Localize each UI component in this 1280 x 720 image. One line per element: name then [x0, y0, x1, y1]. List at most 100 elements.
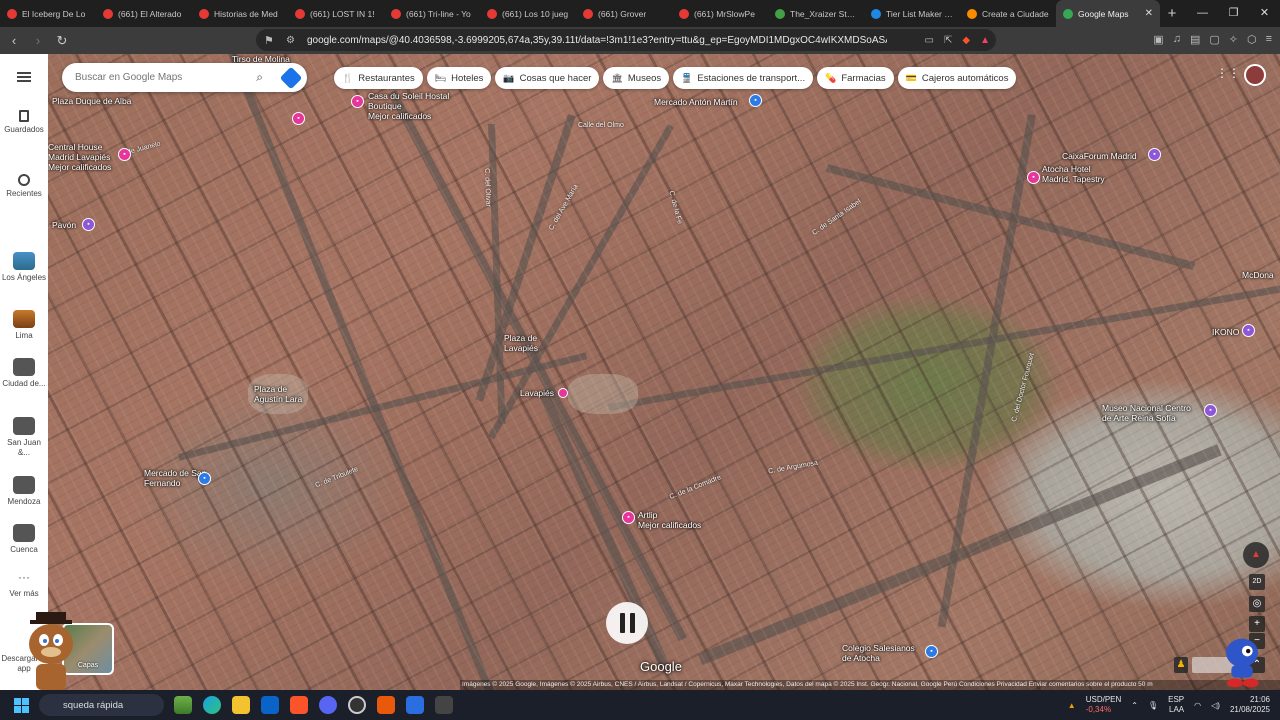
- file-explorer-icon[interactable]: [232, 696, 250, 714]
- vpn-icon[interactable]: ⬡: [1247, 33, 1257, 46]
- search-box[interactable]: ⌕: [62, 63, 307, 92]
- search-icon[interactable]: ⌕: [256, 70, 263, 85]
- place-label[interactable]: Plaza Duque de Alba: [52, 96, 131, 106]
- hotel-pin-icon[interactable]: ▪: [351, 95, 364, 108]
- close-window-icon[interactable]: ✕: [1249, 0, 1280, 27]
- obs-icon[interactable]: [348, 696, 366, 714]
- rail-item-saved[interactable]: Guardados: [0, 110, 48, 135]
- museum-pin-icon[interactable]: ▪: [1242, 324, 1255, 337]
- browser-tab[interactable]: Historias de Med: [192, 0, 288, 27]
- place-label[interactable]: Plaza de Lavapiés: [504, 333, 550, 353]
- chip-pharmacies[interactable]: 💊 Farmacias: [817, 67, 894, 89]
- forward-icon[interactable]: ›: [28, 33, 48, 48]
- rail-item-place[interactable]: Cuenca: [0, 524, 48, 555]
- microphone-icon[interactable]: 🎙: [1148, 701, 1158, 710]
- taskbar-search[interactable]: squeda rápida: [39, 694, 164, 716]
- place-label[interactable]: Colegio Salesianos de Atocha: [842, 643, 922, 663]
- volume-icon[interactable]: ◁): [1211, 701, 1220, 710]
- menu-icon[interactable]: [17, 72, 31, 82]
- school-pin-icon[interactable]: ▪: [925, 645, 938, 658]
- chip-museums[interactable]: 🏛 Museos: [603, 67, 670, 89]
- satellite-map[interactable]: Plaza Duque de Alba Tirso de Molina ▪ Ca…: [48, 54, 1280, 690]
- place-label[interactable]: Atocha Hotel Madrid, Tapestry: [1042, 164, 1112, 184]
- sidebar-icon[interactable]: ▣: [1153, 33, 1163, 46]
- cast-icon[interactable]: ▭: [925, 35, 934, 46]
- rail-item-place[interactable]: Mendoza: [0, 476, 48, 507]
- site-info-icon[interactable]: ⚙: [286, 35, 295, 46]
- edge-icon[interactable]: [203, 696, 221, 714]
- chip-atms[interactable]: 💳 Cajeros automáticos: [897, 67, 1017, 89]
- panel-icon[interactable]: ▤: [1190, 33, 1200, 46]
- place-label[interactable]: IKONO: [1212, 327, 1239, 337]
- rail-item-more[interactable]: ··· Ver más: [0, 571, 48, 599]
- pause-overlay-icon[interactable]: [606, 602, 648, 644]
- brave-shield-icon[interactable]: ◆: [962, 35, 970, 46]
- url-text[interactable]: google.com/maps/@40.4036598,-3.6999205,6…: [307, 35, 887, 46]
- avatar[interactable]: [1244, 64, 1266, 86]
- rail-item-recent[interactable]: Recientes: [0, 174, 48, 199]
- wifi-icon[interactable]: ◠: [1194, 701, 1201, 710]
- close-tab-icon[interactable]: ✕: [1145, 8, 1153, 19]
- apps-grid-icon[interactable]: ⋮⋮: [1216, 66, 1240, 80]
- brave-icon[interactable]: [290, 696, 308, 714]
- place-label[interactable]: Pavón: [52, 220, 76, 230]
- market-pin-icon[interactable]: ▪: [749, 94, 762, 107]
- chip-hotels[interactable]: 🛏 Hoteles: [426, 67, 492, 89]
- hotel-pin-icon[interactable]: ▪: [622, 511, 635, 524]
- rail-item-place[interactable]: Ciudad de...: [0, 358, 48, 389]
- hotel-pin-icon[interactable]: ▪: [292, 112, 305, 125]
- discord-icon[interactable]: [319, 696, 337, 714]
- back-icon[interactable]: ‹: [4, 33, 24, 48]
- menu-icon[interactable]: ≡: [1266, 33, 1272, 46]
- place-label[interactable]: Lavapiés: [520, 388, 554, 398]
- rail-item-place[interactable]: San Juan &...: [0, 417, 48, 458]
- my-location-icon[interactable]: ◎: [1249, 596, 1265, 612]
- browser-tab-active[interactable]: Google Maps ✕: [1056, 0, 1160, 27]
- rewards-icon[interactable]: ▲: [980, 35, 990, 46]
- directions-icon[interactable]: [279, 66, 303, 90]
- browser-tab[interactable]: (661) Los 10 jueg: [480, 0, 576, 27]
- visual-studio-icon[interactable]: [406, 696, 424, 714]
- place-label[interactable]: Artlip Mejor calificados: [638, 510, 701, 530]
- search-input[interactable]: [75, 72, 245, 83]
- place-label[interactable]: Central House Madrid Lavapiés Mejor calif…: [48, 142, 128, 172]
- rail-item-place[interactable]: Los Ángeles: [0, 252, 48, 283]
- place-label[interactable]: Mercado Antón Martín: [654, 97, 738, 107]
- museum-pin-icon[interactable]: ▪: [1148, 148, 1161, 161]
- bookmark-icon[interactable]: ⚑: [264, 34, 280, 47]
- chip-restaurants[interactable]: 🍴 Restaurantes: [334, 67, 423, 89]
- brave-nightly-icon[interactable]: [377, 696, 395, 714]
- street-view-pegman-icon[interactable]: ♟: [1174, 657, 1188, 673]
- place-label[interactable]: Plaza de Agustín Lara: [254, 384, 314, 404]
- market-pin-icon[interactable]: ▪: [198, 472, 211, 485]
- tray-overflow-icon[interactable]: ⌃: [1131, 701, 1138, 710]
- wallet-icon[interactable]: ▢: [1209, 33, 1219, 46]
- minimize-icon[interactable]: —: [1187, 0, 1218, 27]
- compass-icon[interactable]: ▲: [1243, 542, 1269, 568]
- language-indicator[interactable]: ESP LAA: [1168, 695, 1184, 715]
- museum-pin-icon[interactable]: ▪: [1204, 404, 1217, 417]
- outlook-icon[interactable]: [261, 696, 279, 714]
- maximize-icon[interactable]: ❐: [1218, 0, 1249, 27]
- windows-start-icon[interactable]: [14, 697, 29, 713]
- hotel-pin-icon[interactable]: ▪: [1027, 171, 1040, 184]
- browser-tab[interactable]: The_Xraizer Strea: [768, 0, 864, 27]
- metro-pin-icon[interactable]: [558, 388, 568, 398]
- stock-ticker[interactable]: USD/PEN -0,34%: [1086, 695, 1122, 715]
- browser-tab[interactable]: (661) El Alterado: [96, 0, 192, 27]
- place-label[interactable]: Casa du Soleil Hostal Boutique Mejor cali…: [368, 91, 458, 121]
- reload-icon[interactable]: ↻: [52, 33, 72, 49]
- browser-tab[interactable]: Tier List Maker Fo: [864, 0, 960, 27]
- place-label[interactable]: CaixaForum Madrid: [1062, 151, 1137, 161]
- browser-tab[interactable]: El Iceberg De Lo: [0, 0, 96, 27]
- widgets-icon[interactable]: [174, 696, 192, 714]
- rail-item-place[interactable]: Lima: [0, 310, 48, 341]
- chip-things-to-do[interactable]: 📷 Cosas que hacer: [495, 67, 600, 89]
- place-label[interactable]: McDona: [1242, 270, 1274, 280]
- browser-tab[interactable]: (661) Tri-line - Yo: [384, 0, 480, 27]
- clock[interactable]: 21:06 21/08/2025: [1230, 695, 1270, 715]
- browser-tab[interactable]: (661) Grover: [576, 0, 672, 27]
- leo-icon[interactable]: ✧: [1229, 33, 1238, 46]
- browser-tab[interactable]: (661) MrSlowPe: [672, 0, 768, 27]
- terminal-icon[interactable]: [435, 696, 453, 714]
